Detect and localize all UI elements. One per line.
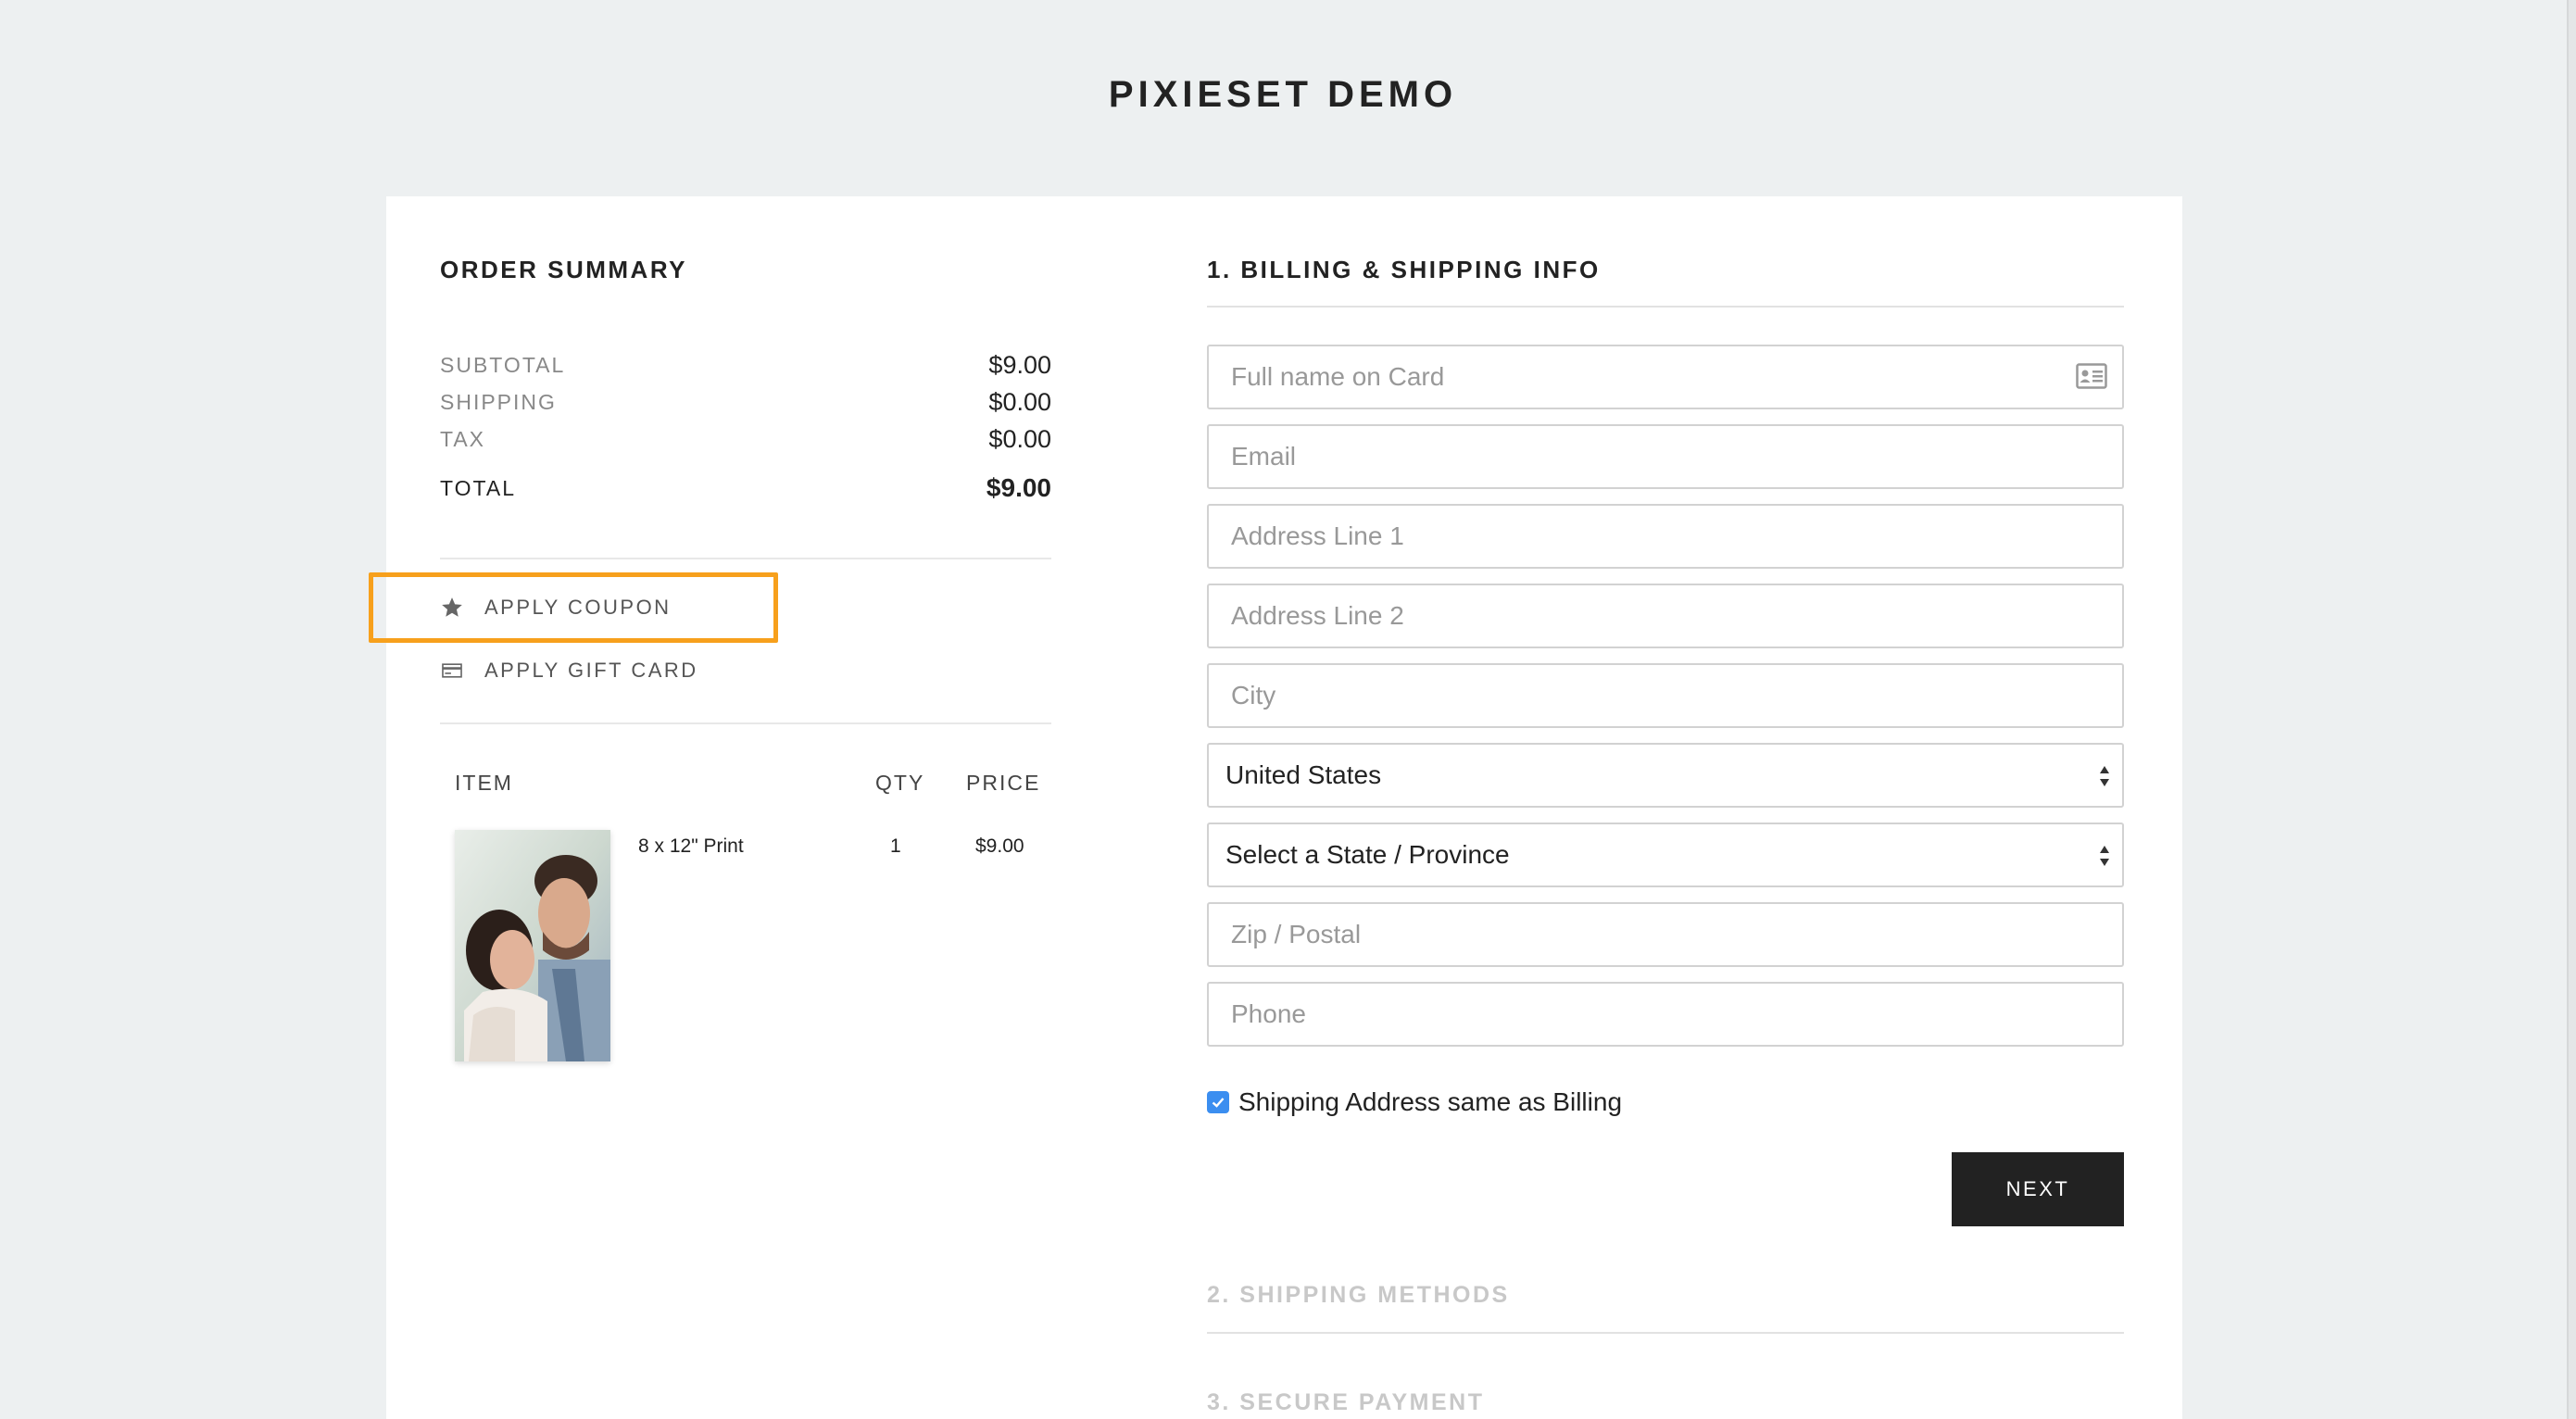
zip-input[interactable]	[1207, 902, 2124, 967]
country-select[interactable]: United States	[1207, 743, 2124, 808]
item-price: $9.00	[975, 835, 1024, 857]
same-as-billing-row: Shipping Address same as Billing	[1207, 1084, 1622, 1121]
checkmark-icon	[1212, 1098, 1225, 1108]
billing-title: 1. BILLING & SHIPPING INFO	[1207, 256, 1601, 283]
apply-coupon-label: APPLY COUPON	[484, 596, 672, 619]
tax-row: TAX $0.00	[440, 421, 1051, 458]
same-as-billing-label: Shipping Address same as Billing	[1238, 1087, 1623, 1116]
price-column-header: PRICE	[966, 771, 1041, 795]
state-select[interactable]: Select a State / Province	[1207, 823, 2124, 887]
same-as-billing-checkbox[interactable]	[1207, 1091, 1229, 1113]
item-qty: 1	[890, 835, 901, 857]
address-line-2-input[interactable]	[1207, 584, 2124, 648]
star-icon	[442, 597, 462, 617]
shipping-value: $0.00	[988, 387, 1051, 416]
shipping-methods-step[interactable]: 2. SHIPPING METHODS	[1207, 1282, 1510, 1309]
apply-coupon-link[interactable]: APPLY COUPON	[440, 589, 672, 626]
order-summary-title: ORDER SUMMARY	[440, 256, 687, 283]
shipping-methods-divider	[1207, 1332, 2124, 1334]
country-select-value: United States	[1207, 743, 2124, 808]
shipping-label: SHIPPING	[440, 389, 557, 414]
subtotal-value: $9.00	[988, 350, 1051, 379]
apply-gift-card-label: APPLY GIFT CARD	[484, 659, 698, 682]
total-label: TOTAL	[440, 475, 516, 500]
contact-card-icon	[2076, 363, 2107, 389]
product-thumbnail	[455, 830, 610, 1061]
subtotal-label: SUBTOTAL	[440, 352, 566, 377]
email-input[interactable]	[1207, 424, 2124, 489]
qty-column-header: QTY	[875, 771, 925, 795]
total-row: TOTAL $9.00	[440, 470, 1051, 507]
full-name-input[interactable]	[1207, 345, 2124, 409]
apply-gift-card-link[interactable]: APPLY GIFT CARD	[440, 652, 698, 689]
select-arrows-icon	[2100, 846, 2109, 866]
address-line-1-input[interactable]	[1207, 504, 2124, 569]
secure-payment-step[interactable]: 3. SECURE PAYMENT	[1207, 1389, 1485, 1416]
table-row: 8 x 12" Print 1 $9.00	[455, 817, 1051, 1061]
page-scrollbar[interactable]	[2567, 0, 2576, 1419]
summary-divider	[440, 558, 1051, 559]
total-value: $9.00	[986, 473, 1051, 502]
brand-title: PIXIESET DEMO	[1108, 74, 1458, 115]
tax-label: TAX	[440, 426, 486, 451]
phone-input[interactable]	[1207, 982, 2124, 1047]
subtotal-row: SUBTOTAL $9.00	[440, 346, 1051, 383]
full-name-wrapper	[1207, 345, 2124, 409]
shipping-row: SHIPPING $0.00	[440, 383, 1051, 421]
checkout-card: ORDER SUMMARY SUBTOTAL $9.00 SHIPPING $0…	[369, 196, 2182, 1419]
tax-value: $0.00	[988, 424, 1051, 453]
links-divider	[440, 722, 1051, 724]
item-column-header: ITEM	[455, 771, 513, 795]
credit-card-icon	[442, 663, 462, 678]
item-name: 8 x 12" Print	[638, 835, 744, 857]
select-arrows-icon	[2100, 766, 2109, 786]
couple-photo-image	[455, 830, 610, 1061]
billing-divider	[1207, 306, 2124, 308]
next-button[interactable]: NEXT	[1952, 1152, 2124, 1226]
items-table-header: ITEM QTY PRICE	[455, 760, 1051, 806]
state-select-value: Select a State / Province	[1207, 823, 2124, 887]
city-input[interactable]	[1207, 663, 2124, 728]
